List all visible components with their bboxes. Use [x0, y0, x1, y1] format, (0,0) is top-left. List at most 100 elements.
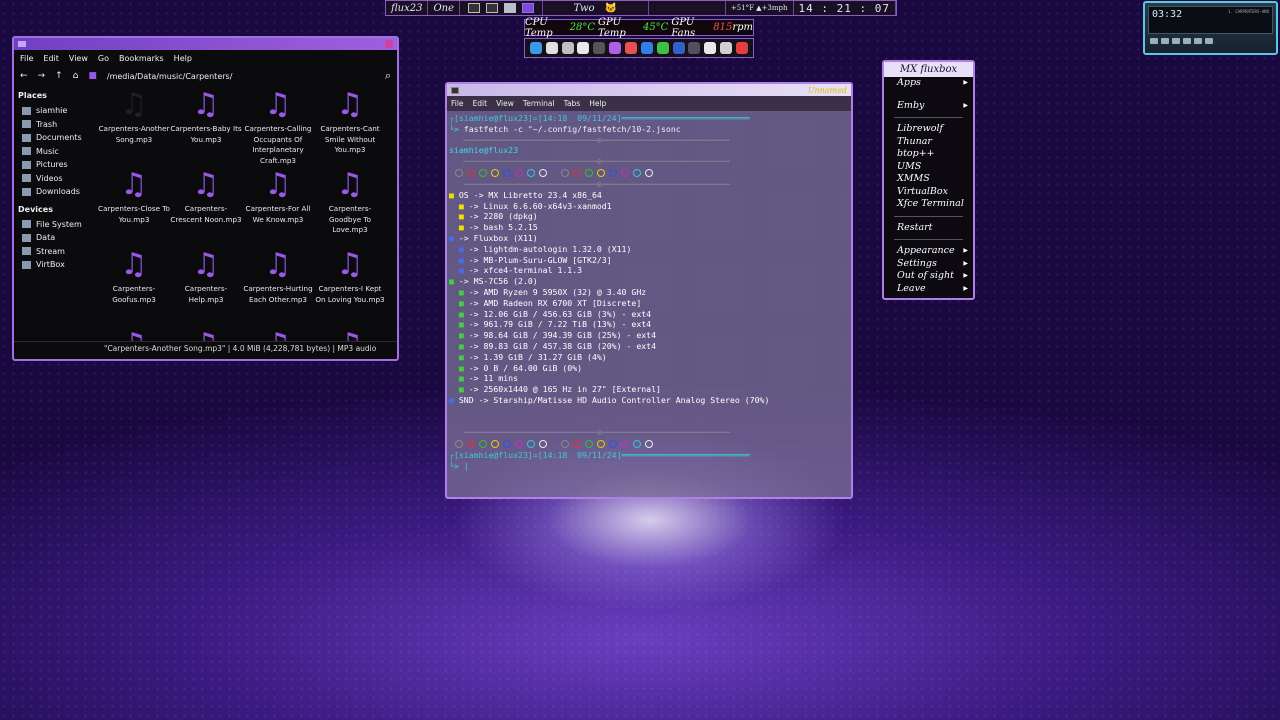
workspace-two[interactable]: Two 🐱	[543, 1, 649, 15]
stop-icon[interactable]	[1183, 38, 1191, 44]
file-item[interactable]: ♫ Carpenters-Help.mp3	[170, 248, 242, 328]
play-icon[interactable]	[1161, 38, 1169, 44]
fm-menu-file[interactable]: File	[20, 54, 33, 63]
terminal-menu-terminal[interactable]: Terminal	[523, 99, 555, 108]
menu-item-settings[interactable]: Settings ▶	[884, 258, 973, 271]
location-path[interactable]: /media/Data/music/Carpenters/	[107, 72, 233, 81]
up-icon[interactable]: ↑	[55, 71, 63, 81]
device-item-stream[interactable]: Stream	[18, 245, 94, 259]
sidebar-item-documents[interactable]: Documents	[18, 131, 94, 145]
terminal-menu-tabs[interactable]: Tabs	[564, 99, 581, 108]
fm-menu-help[interactable]: Help	[174, 54, 192, 63]
taskbar-apps	[460, 1, 544, 15]
file-item[interactable]: ♫	[242, 328, 314, 342]
sidebar-item-siamhie[interactable]: siamhie	[18, 104, 94, 118]
menu-item-appearance[interactable]: Appearance ▶	[884, 245, 973, 258]
menu-item-ums[interactable]: UMS	[884, 161, 973, 174]
menu-item-virtualbox[interactable]: VirtualBox	[884, 186, 973, 199]
launcher-app-icon[interactable]	[720, 42, 733, 54]
menu-item-emby[interactable]: Emby ▶	[884, 100, 973, 113]
device-item-virtbox[interactable]: VirtBox	[18, 258, 94, 272]
launcher-app-icon[interactable]	[593, 42, 606, 54]
cursor-line[interactable]: └> |	[449, 461, 849, 472]
menu-item-btop-[interactable]: btop++	[884, 148, 973, 161]
color-swatch	[455, 440, 463, 449]
forward-icon[interactable]: →	[38, 71, 46, 81]
launcher-app-icon[interactable]	[624, 42, 637, 54]
launcher-app-icon[interactable]	[672, 42, 685, 54]
file-item[interactable]: ♫ Carpenters-Goofus.mp3	[98, 248, 170, 328]
fm-menu-view[interactable]: View	[69, 54, 88, 63]
sidebar-item-downloads[interactable]: Downloads	[18, 185, 94, 199]
menu-item-apps[interactable]: Apps ▶	[884, 77, 973, 90]
file-item[interactable]: ♫ Carpenters-Hurting Each Other.mp3	[242, 248, 314, 328]
launcher-app-icon[interactable]	[545, 42, 558, 54]
pause-icon[interactable]	[1172, 38, 1180, 44]
prev-icon[interactable]	[1150, 38, 1158, 44]
file-item[interactable]: ♫ Carpenters-Another Song.mp3	[98, 88, 170, 168]
fastfetch-line: ■ -> AMD Ryzen 9 5950X (32) @ 3.40 GHz	[449, 287, 849, 298]
terminal-menu-help[interactable]: Help	[589, 99, 606, 108]
menu-item-xmms[interactable]: XMMS	[884, 173, 973, 186]
sidebar-item-videos[interactable]: Videos	[18, 172, 94, 186]
launcher-app-icon[interactable]	[688, 42, 701, 54]
divider-line: ───────────────────────────⊙────────────…	[449, 156, 730, 167]
device-item-file-system[interactable]: File System	[18, 218, 94, 232]
network-task-icon[interactable]	[486, 3, 499, 13]
fm-menu-go[interactable]: Go	[98, 54, 109, 63]
workspace-one[interactable]: One	[428, 1, 461, 15]
color-swatch	[609, 440, 617, 449]
menu-item-librewolf[interactable]: Librewolf	[884, 123, 973, 136]
launcher-app-icon[interactable]	[735, 42, 748, 54]
window-task-icon[interactable]	[504, 3, 517, 13]
back-icon[interactable]: ←	[20, 71, 28, 81]
file-item[interactable]: ♫	[170, 328, 242, 342]
device-item-data[interactable]: Data	[18, 231, 94, 245]
search-icon[interactable]: ⌕	[385, 69, 391, 83]
file-item[interactable]: ♫ Carpenters-Cant Smile Without You.mp3	[314, 88, 386, 168]
file-item[interactable]: ♫ Carpenters-Calling Occupants Of Interpl…	[242, 88, 314, 168]
launcher-app-icon[interactable]	[529, 42, 542, 54]
fm-titlebar[interactable]	[14, 38, 397, 50]
next-icon[interactable]	[1194, 38, 1202, 44]
menu-item-thunar[interactable]: Thunar	[884, 136, 973, 149]
fm-menu-bookmarks[interactable]: Bookmarks	[119, 54, 164, 63]
submenu-arrow-icon: ▶	[963, 284, 968, 292]
terminal-menu-file[interactable]: File	[451, 99, 464, 108]
toolbar-hostname[interactable]: flux23	[386, 1, 429, 15]
sidebar-item-trash[interactable]: Trash	[18, 118, 94, 132]
file-item[interactable]: ♫ Carpenters-I Kept On Loving You.mp3	[314, 248, 386, 328]
close-icon[interactable]	[385, 40, 393, 48]
sidebar-item-pictures[interactable]: Pictures	[18, 158, 94, 172]
terminal-menu-view[interactable]: View	[496, 99, 514, 108]
divider-line: ───────────────────────────⊙────────────…	[449, 134, 730, 145]
launcher-app-icon[interactable]	[640, 42, 653, 54]
home-icon[interactable]: ⌂	[73, 71, 79, 81]
place-icon	[22, 133, 31, 142]
file-item[interactable]: ♫ Carpenters-For All We Know.mp3	[242, 168, 314, 248]
file-item[interactable]: ♫ Carpenters-Baby Its You.mp3	[170, 88, 242, 168]
file-item[interactable]: ♫ Carpenters-Close To You.mp3	[98, 168, 170, 248]
launcher-app-icon[interactable]	[609, 42, 622, 54]
terminal-output[interactable]: ┌[siamhie@flux23]=[14:18 09/11/24]══════…	[447, 111, 851, 474]
file-item[interactable]: ♫	[314, 328, 386, 342]
menu-item-out-of-sight[interactable]: Out of sight ▶	[884, 270, 973, 283]
menu-item-xfce-terminal[interactable]: Xfce Terminal	[884, 198, 973, 211]
file-item[interactable]: ♫	[98, 328, 170, 342]
menu-item-leave[interactable]: Leave ▶	[884, 283, 973, 296]
terminal-titlebar[interactable]: Unnamed	[447, 84, 851, 96]
fastfetch-line-text: -> AMD Radeon RX 6700 XT [Discrete]	[468, 297, 642, 308]
menu-item-restart[interactable]: Restart	[884, 222, 973, 235]
folder-task-icon[interactable]	[522, 3, 535, 13]
launcher-app-icon[interactable]	[656, 42, 669, 54]
eject-icon[interactable]	[1205, 38, 1213, 44]
file-item[interactable]: ♫ Carpenters-Goodbye To Love.mp3	[314, 168, 386, 248]
terminal-menu-edit[interactable]: Edit	[473, 99, 488, 108]
sidebar-item-music[interactable]: Music	[18, 145, 94, 159]
fm-menu-edit[interactable]: Edit	[43, 54, 59, 63]
launcher-app-icon[interactable]	[704, 42, 717, 54]
launcher-app-icon[interactable]	[577, 42, 590, 54]
file-item[interactable]: ♫ Carpenters-Crescent Noon.mp3	[170, 168, 242, 248]
launcher-app-icon[interactable]	[561, 42, 574, 54]
terminal-task-icon[interactable]	[468, 3, 481, 13]
